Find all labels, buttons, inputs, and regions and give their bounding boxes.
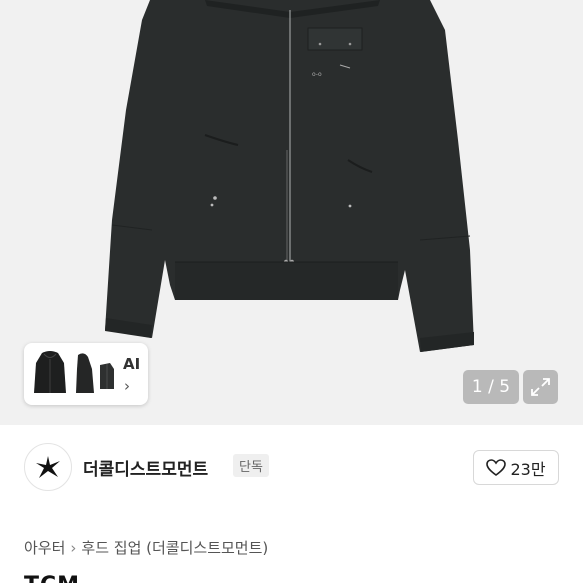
- like-button[interactable]: 23만: [473, 450, 559, 485]
- image-counter: 1 / 5: [463, 370, 519, 404]
- chevron-right-icon: ›: [70, 539, 77, 557]
- breadcrumb: 아우터 › 후드 집업 (더콜디스트모먼트): [24, 537, 268, 558]
- exclusive-badge: 단독: [233, 454, 269, 477]
- seller-name[interactable]: 더콜디스트모먼트: [83, 455, 208, 480]
- like-count: 23만: [510, 459, 546, 479]
- star-logo-icon: [36, 456, 60, 478]
- product-image-gallery[interactable]: o-o AI › 1 / 5: [0, 0, 583, 425]
- breadcrumb-item-hood-zipup[interactable]: 후드 집업 (더콜디스트모먼트): [81, 537, 268, 558]
- expand-button[interactable]: [523, 370, 558, 404]
- seller-row[interactable]: 더콜디스트모먼트 단독 23만: [0, 425, 583, 510]
- thumbnail-images: [34, 351, 114, 393]
- avatar[interactable]: [24, 443, 72, 491]
- svg-text:o-o: o-o: [312, 71, 322, 78]
- heart-icon: [486, 458, 507, 476]
- ai-similar-items-card[interactable]: AI ›: [24, 343, 148, 405]
- expand-icon: [531, 378, 550, 396]
- product-title: TCM: [24, 572, 564, 583]
- chevron-right-icon: ›: [124, 377, 130, 395]
- ai-label: AI: [123, 355, 141, 373]
- breadcrumb-item-outer[interactable]: 아우터: [24, 537, 65, 558]
